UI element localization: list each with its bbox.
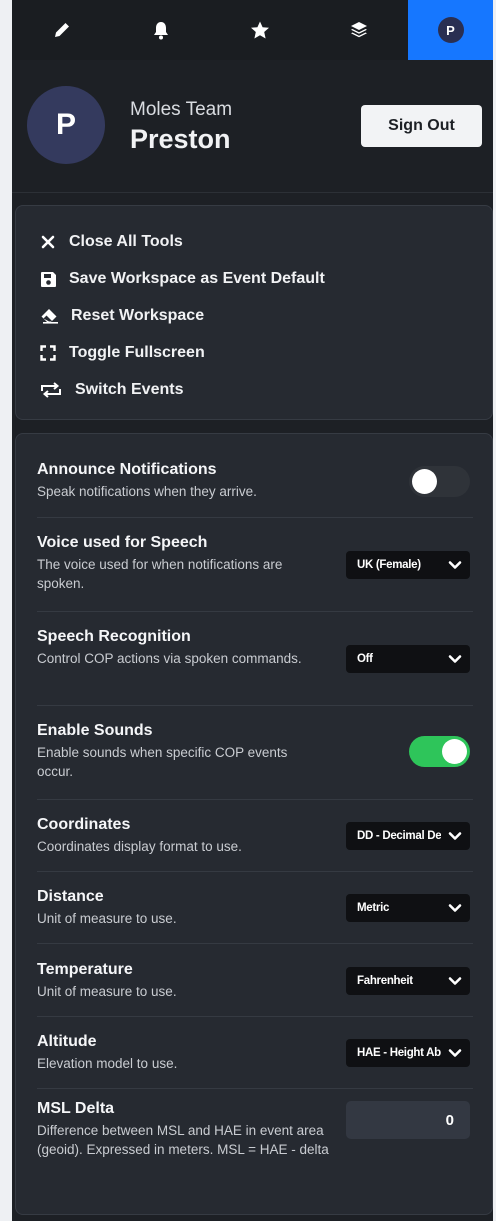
- setting-title: Announce Notifications: [37, 461, 217, 478]
- setting-description: Speak notifications when they arrive.: [37, 484, 257, 499]
- tab-favorites[interactable]: [210, 0, 309, 60]
- select-value: DD - Decimal Degrees: [357, 830, 441, 842]
- select-value: UK (Female): [357, 559, 421, 571]
- pencil-icon: [53, 21, 71, 39]
- tab-edit[interactable]: [12, 0, 111, 60]
- setting-title: Enable Sounds: [37, 722, 153, 739]
- save-workspace-action[interactable]: Save Workspace as Event Default: [38, 266, 325, 292]
- toggle-fullscreen-action[interactable]: Toggle Fullscreen: [38, 340, 205, 366]
- fullscreen-icon: [38, 343, 58, 363]
- msl-delta-input[interactable]: [346, 1101, 470, 1139]
- switch-icon: [38, 380, 64, 400]
- voice-select[interactable]: UK (Female): [346, 551, 470, 579]
- action-label: Save Workspace as Event Default: [69, 270, 325, 287]
- setting-description: Elevation model to use.: [37, 1056, 178, 1071]
- setting-description: Coordinates display format to use.: [37, 839, 242, 854]
- chevron-down-icon: [448, 1049, 462, 1057]
- divider: [37, 871, 473, 872]
- close-icon: [38, 232, 58, 252]
- divider: [37, 1016, 473, 1017]
- toggle-knob: [412, 469, 437, 494]
- setting-announce-notifications: Announce Notifications Speak notificatio…: [37, 461, 473, 501]
- profile-icon: P: [437, 17, 464, 43]
- left-edge: [0, 0, 12, 1221]
- distance-select[interactable]: Metric: [346, 894, 470, 922]
- divider: [37, 705, 473, 706]
- workspace-actions: Close All Tools Save Workspace as Event …: [15, 205, 493, 420]
- setting-title: Voice used for Speech: [37, 534, 208, 551]
- speech-recognition-select[interactable]: Off: [346, 645, 470, 673]
- setting-description: Control COP actions via spoken commands.: [37, 651, 302, 666]
- tab-layers[interactable]: [309, 0, 408, 60]
- chevron-down-icon: [448, 561, 462, 569]
- team-name: Moles Team: [130, 99, 233, 120]
- preferences-card: Announce Notifications Speak notificatio…: [15, 433, 493, 1215]
- eraser-icon: [38, 306, 60, 326]
- setting-enable-sounds: Enable Sounds Enable sounds when specifi…: [37, 722, 473, 781]
- top-toolbar: P: [12, 0, 493, 60]
- settings-panel: P P Moles Team Preston Sign Out Close Al…: [12, 0, 493, 1221]
- user-name: Preston: [130, 124, 231, 154]
- reset-workspace-action[interactable]: Reset Workspace: [38, 303, 204, 329]
- select-value: Metric: [357, 902, 390, 914]
- setting-description: Difference between MSL and HAE in event …: [37, 1123, 329, 1157]
- divider: [37, 517, 473, 518]
- divider: [37, 1088, 473, 1089]
- action-label: Switch Events: [75, 381, 184, 398]
- setting-description: Unit of measure to use.: [37, 984, 177, 999]
- profile-section: P Moles Team Preston Sign Out: [12, 60, 493, 193]
- avatar: P: [27, 86, 105, 164]
- star-icon: [250, 21, 270, 40]
- setting-description: Enable sounds when specific COP events o…: [37, 745, 288, 779]
- enable-sounds-toggle[interactable]: [409, 736, 470, 767]
- setting-description: Unit of measure to use.: [37, 911, 177, 926]
- chevron-down-icon: [448, 904, 462, 912]
- chevron-down-icon: [448, 832, 462, 840]
- announce-notifications-toggle[interactable]: [409, 466, 470, 497]
- save-icon: [38, 269, 58, 289]
- divider: [37, 799, 473, 800]
- select-value: HAE - Height Above Ellipsoid: [357, 1047, 441, 1059]
- action-label: Toggle Fullscreen: [69, 344, 205, 361]
- chevron-down-icon: [448, 977, 462, 985]
- switch-events-action[interactable]: Switch Events: [38, 377, 183, 403]
- chevron-down-icon: [448, 655, 462, 663]
- select-value: Off: [357, 653, 373, 665]
- coordinates-select[interactable]: DD - Decimal Degrees: [346, 822, 470, 850]
- action-label: Close All Tools: [69, 233, 183, 250]
- tab-notifications[interactable]: [111, 0, 210, 60]
- layers-icon: [350, 21, 368, 39]
- select-value: Fahrenheit: [357, 975, 413, 987]
- altitude-select[interactable]: HAE - Height Above Ellipsoid: [346, 1039, 470, 1067]
- setting-description: The voice used for when notifications ar…: [37, 557, 283, 591]
- tab-profile[interactable]: P: [408, 0, 493, 60]
- action-label: Reset Workspace: [71, 307, 205, 324]
- divider: [37, 943, 473, 944]
- sign-out-button[interactable]: Sign Out: [361, 105, 482, 147]
- setting-title: Speech Recognition: [37, 628, 191, 645]
- bell-icon: [152, 21, 170, 40]
- divider: [37, 611, 473, 612]
- temperature-select[interactable]: Fahrenheit: [346, 967, 470, 995]
- close-all-tools-action[interactable]: Close All Tools: [38, 229, 183, 255]
- toggle-knob: [442, 739, 467, 764]
